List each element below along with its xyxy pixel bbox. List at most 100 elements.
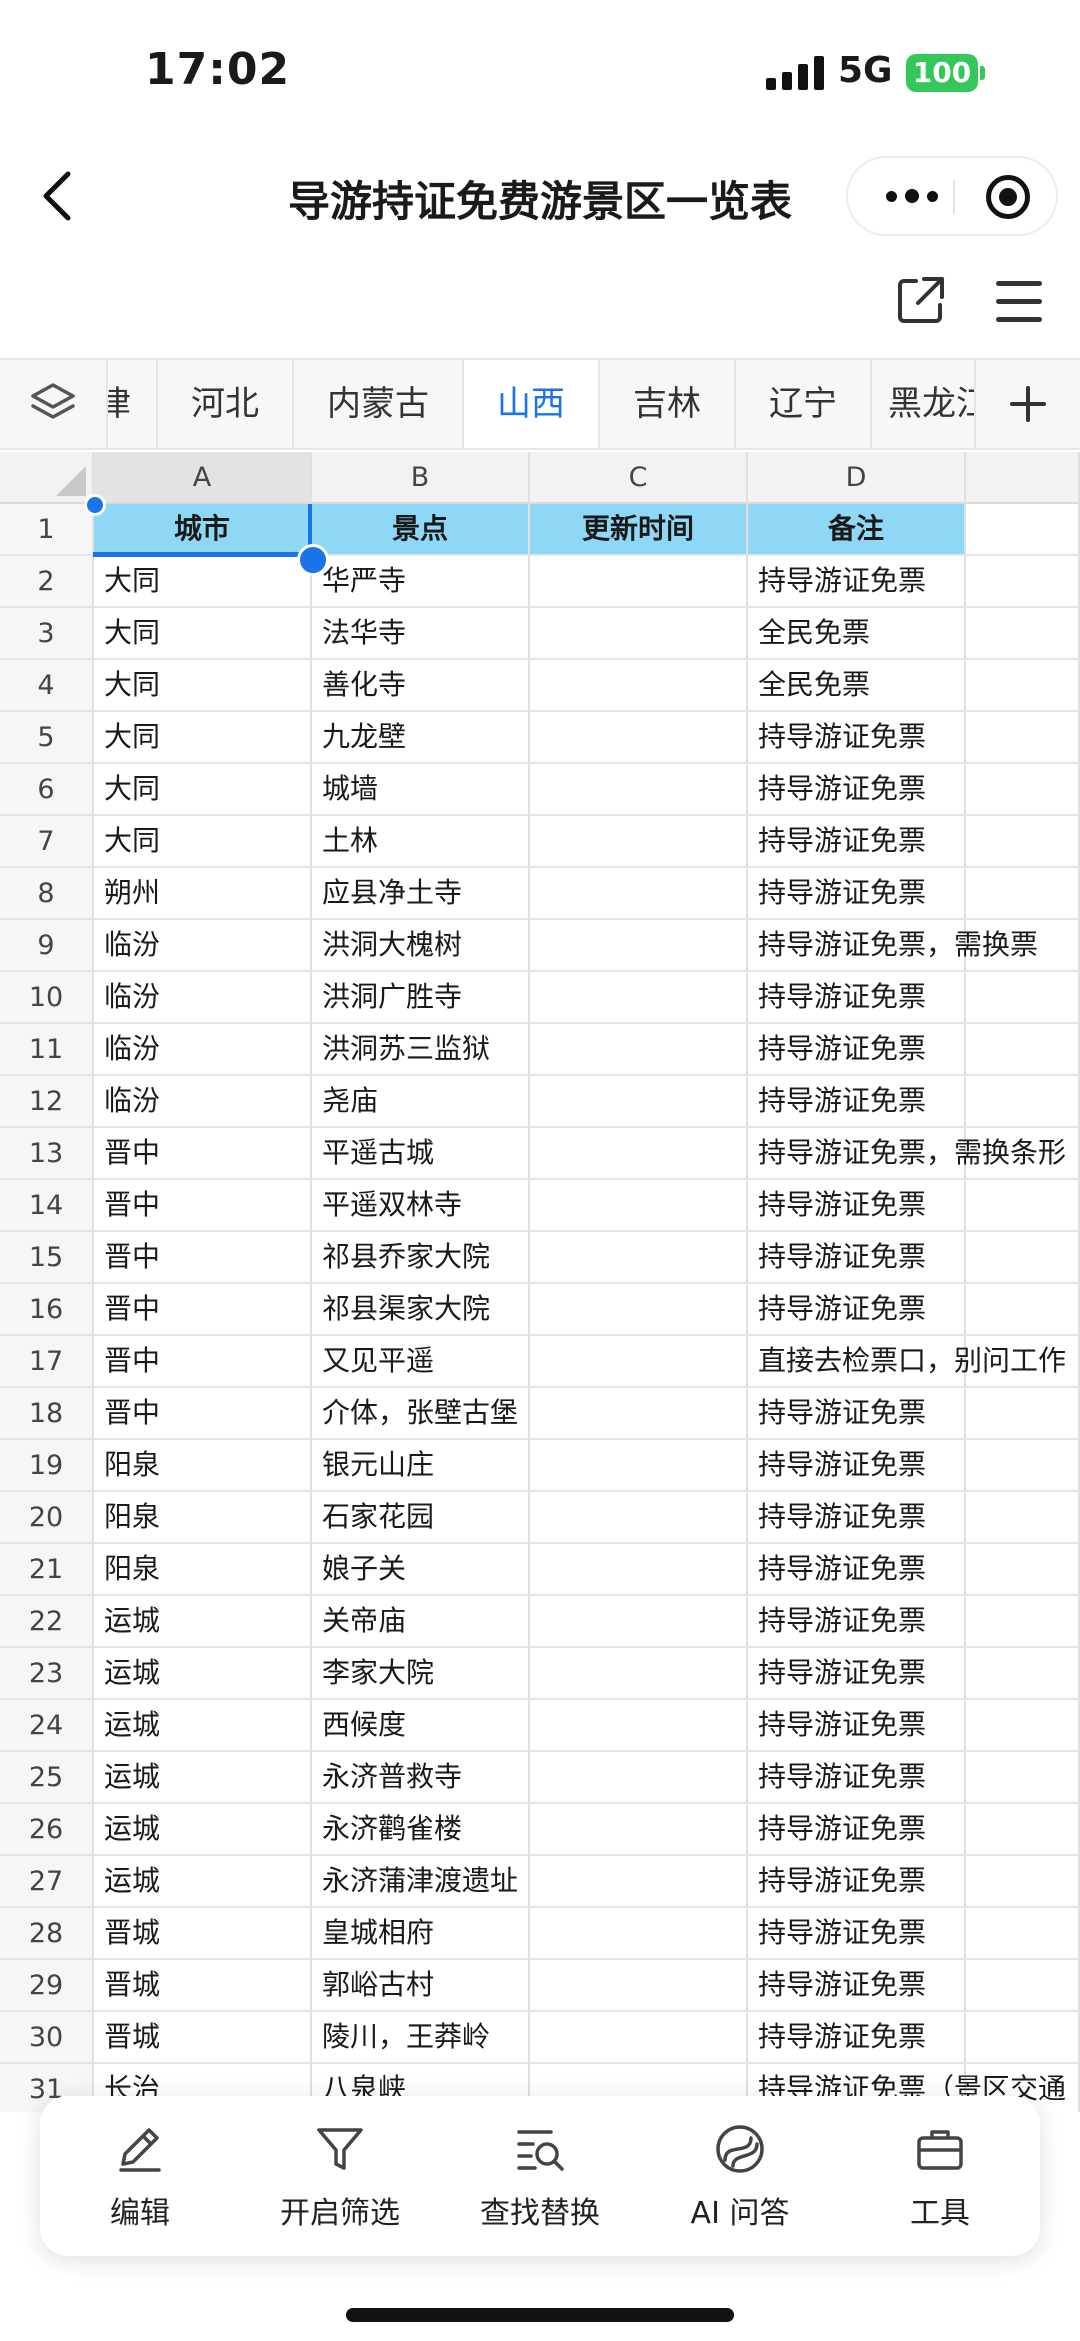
table-cell[interactable]: [966, 660, 1080, 712]
row-number[interactable]: 3: [0, 608, 94, 660]
table-cell[interactable]: [966, 1232, 1080, 1284]
row-number[interactable]: 16: [0, 1284, 94, 1336]
row-number[interactable]: 30: [0, 2012, 94, 2064]
tools-button[interactable]: 工具: [840, 2096, 1040, 2256]
row-number[interactable]: 2: [0, 556, 94, 608]
row-number[interactable]: 24: [0, 1700, 94, 1752]
table-cell[interactable]: [530, 1388, 748, 1440]
table-cell[interactable]: 持导游证免票: [748, 1232, 966, 1284]
table-cell[interactable]: 临汾: [94, 920, 312, 972]
table-cell[interactable]: 持导游证免票: [748, 1596, 966, 1648]
table-cell[interactable]: [530, 1544, 748, 1596]
table-cell[interactable]: [530, 608, 748, 660]
table-cell[interactable]: [966, 1804, 1080, 1856]
row-number[interactable]: 26: [0, 1804, 94, 1856]
table-cell[interactable]: 尧庙: [312, 1076, 530, 1128]
home-indicator[interactable]: [346, 2308, 734, 2322]
row-number[interactable]: 17: [0, 1336, 94, 1388]
table-cell[interactable]: 华严寺: [312, 556, 530, 608]
table-cell[interactable]: 临汾: [94, 972, 312, 1024]
table-cell[interactable]: [530, 1440, 748, 1492]
table-cell[interactable]: 大同: [94, 556, 312, 608]
table-cell[interactable]: 祁县渠家大院: [312, 1284, 530, 1336]
table-cell[interactable]: 陵川，王莽岭: [312, 2012, 530, 2064]
filter-button[interactable]: 开启筛选: [240, 2096, 440, 2256]
table-cell[interactable]: 运城: [94, 1596, 312, 1648]
layers-icon[interactable]: [0, 360, 108, 448]
row-number[interactable]: 12: [0, 1076, 94, 1128]
table-cell[interactable]: [530, 1596, 748, 1648]
table-cell[interactable]: 晋中: [94, 1232, 312, 1284]
table-cell[interactable]: 阳泉: [94, 1492, 312, 1544]
table-cell[interactable]: 持导游证免票: [748, 1648, 966, 1700]
table-cell[interactable]: 祁县乔家大院: [312, 1232, 530, 1284]
table-cell[interactable]: 永济鹳雀楼: [312, 1804, 530, 1856]
table-cell[interactable]: 持导游证免票: [748, 816, 966, 868]
edit-button[interactable]: 编辑: [40, 2096, 240, 2256]
sheet-tab-1[interactable]: 河北: [158, 360, 294, 448]
table-cell[interactable]: 晋城: [94, 1960, 312, 2012]
row-number[interactable]: 29: [0, 1960, 94, 2012]
sheet-tab-2[interactable]: 内蒙古: [294, 360, 464, 448]
header-cell[interactable]: [966, 504, 1080, 556]
row-number[interactable]: 14: [0, 1180, 94, 1232]
table-cell[interactable]: 持导游证免票: [748, 972, 966, 1024]
table-cell[interactable]: [530, 712, 748, 764]
row-number[interactable]: 25: [0, 1752, 94, 1804]
table-cell[interactable]: [966, 1388, 1080, 1440]
table-cell[interactable]: 持导游证免票: [748, 1960, 966, 2012]
header-cell[interactable]: 城市: [94, 504, 312, 556]
row-number[interactable]: 22: [0, 1596, 94, 1648]
table-cell[interactable]: [966, 1544, 1080, 1596]
table-cell[interactable]: 持导游证免票: [748, 1908, 966, 1960]
table-cell[interactable]: 持导游证免票: [748, 1440, 966, 1492]
table-cell[interactable]: [966, 1180, 1080, 1232]
column-header-d[interactable]: D: [748, 452, 966, 504]
table-cell[interactable]: [530, 660, 748, 712]
column-header-c[interactable]: C: [530, 452, 748, 504]
table-cell[interactable]: [966, 1648, 1080, 1700]
table-cell[interactable]: [530, 1856, 748, 1908]
table-cell[interactable]: [966, 712, 1080, 764]
table-cell[interactable]: 永济蒲津渡遗址: [312, 1856, 530, 1908]
table-cell[interactable]: 持导游证免票: [748, 1700, 966, 1752]
table-cell[interactable]: 土林: [312, 816, 530, 868]
row-number[interactable]: 5: [0, 712, 94, 764]
table-cell[interactable]: [530, 920, 748, 972]
table-cell[interactable]: [530, 1752, 748, 1804]
table-cell[interactable]: [966, 1856, 1080, 1908]
table-cell[interactable]: [530, 1648, 748, 1700]
sheet-tab-6[interactable]: 黑龙江: [872, 360, 974, 448]
table-cell[interactable]: 临汾: [94, 1024, 312, 1076]
selection-handle-end[interactable]: [297, 544, 329, 576]
table-cell[interactable]: [530, 1960, 748, 2012]
table-cell[interactable]: 大同: [94, 764, 312, 816]
table-cell[interactable]: [530, 868, 748, 920]
table-cell[interactable]: 持导游证免票: [748, 2012, 966, 2064]
share-icon[interactable]: [896, 275, 946, 325]
table-cell[interactable]: [530, 1284, 748, 1336]
table-cell[interactable]: 持导游证免票: [748, 1804, 966, 1856]
sheet-tab-0[interactable]: 天津: [108, 360, 158, 448]
row-number[interactable]: 1: [0, 504, 94, 556]
row-number[interactable]: 28: [0, 1908, 94, 1960]
table-cell[interactable]: 关帝庙: [312, 1596, 530, 1648]
table-cell[interactable]: [966, 1908, 1080, 1960]
table-cell[interactable]: [530, 556, 748, 608]
table-cell[interactable]: 直接去检票口，别问工作: [748, 1336, 1066, 1388]
table-cell[interactable]: 晋城: [94, 1908, 312, 1960]
table-cell[interactable]: [966, 1752, 1080, 1804]
table-cell[interactable]: 大同: [94, 608, 312, 660]
row-number[interactable]: 23: [0, 1648, 94, 1700]
table-cell[interactable]: [966, 1700, 1080, 1752]
table-cell[interactable]: [530, 1492, 748, 1544]
table-cell[interactable]: [966, 1076, 1080, 1128]
table-cell[interactable]: 运城: [94, 1752, 312, 1804]
ai-qa-button[interactable]: AI 问答: [640, 2096, 840, 2256]
table-cell[interactable]: 阳泉: [94, 1544, 312, 1596]
table-cell[interactable]: [966, 1024, 1080, 1076]
row-number[interactable]: 6: [0, 764, 94, 816]
table-cell[interactable]: 善化寺: [312, 660, 530, 712]
table-cell[interactable]: [966, 868, 1080, 920]
table-cell[interactable]: [530, 1804, 748, 1856]
